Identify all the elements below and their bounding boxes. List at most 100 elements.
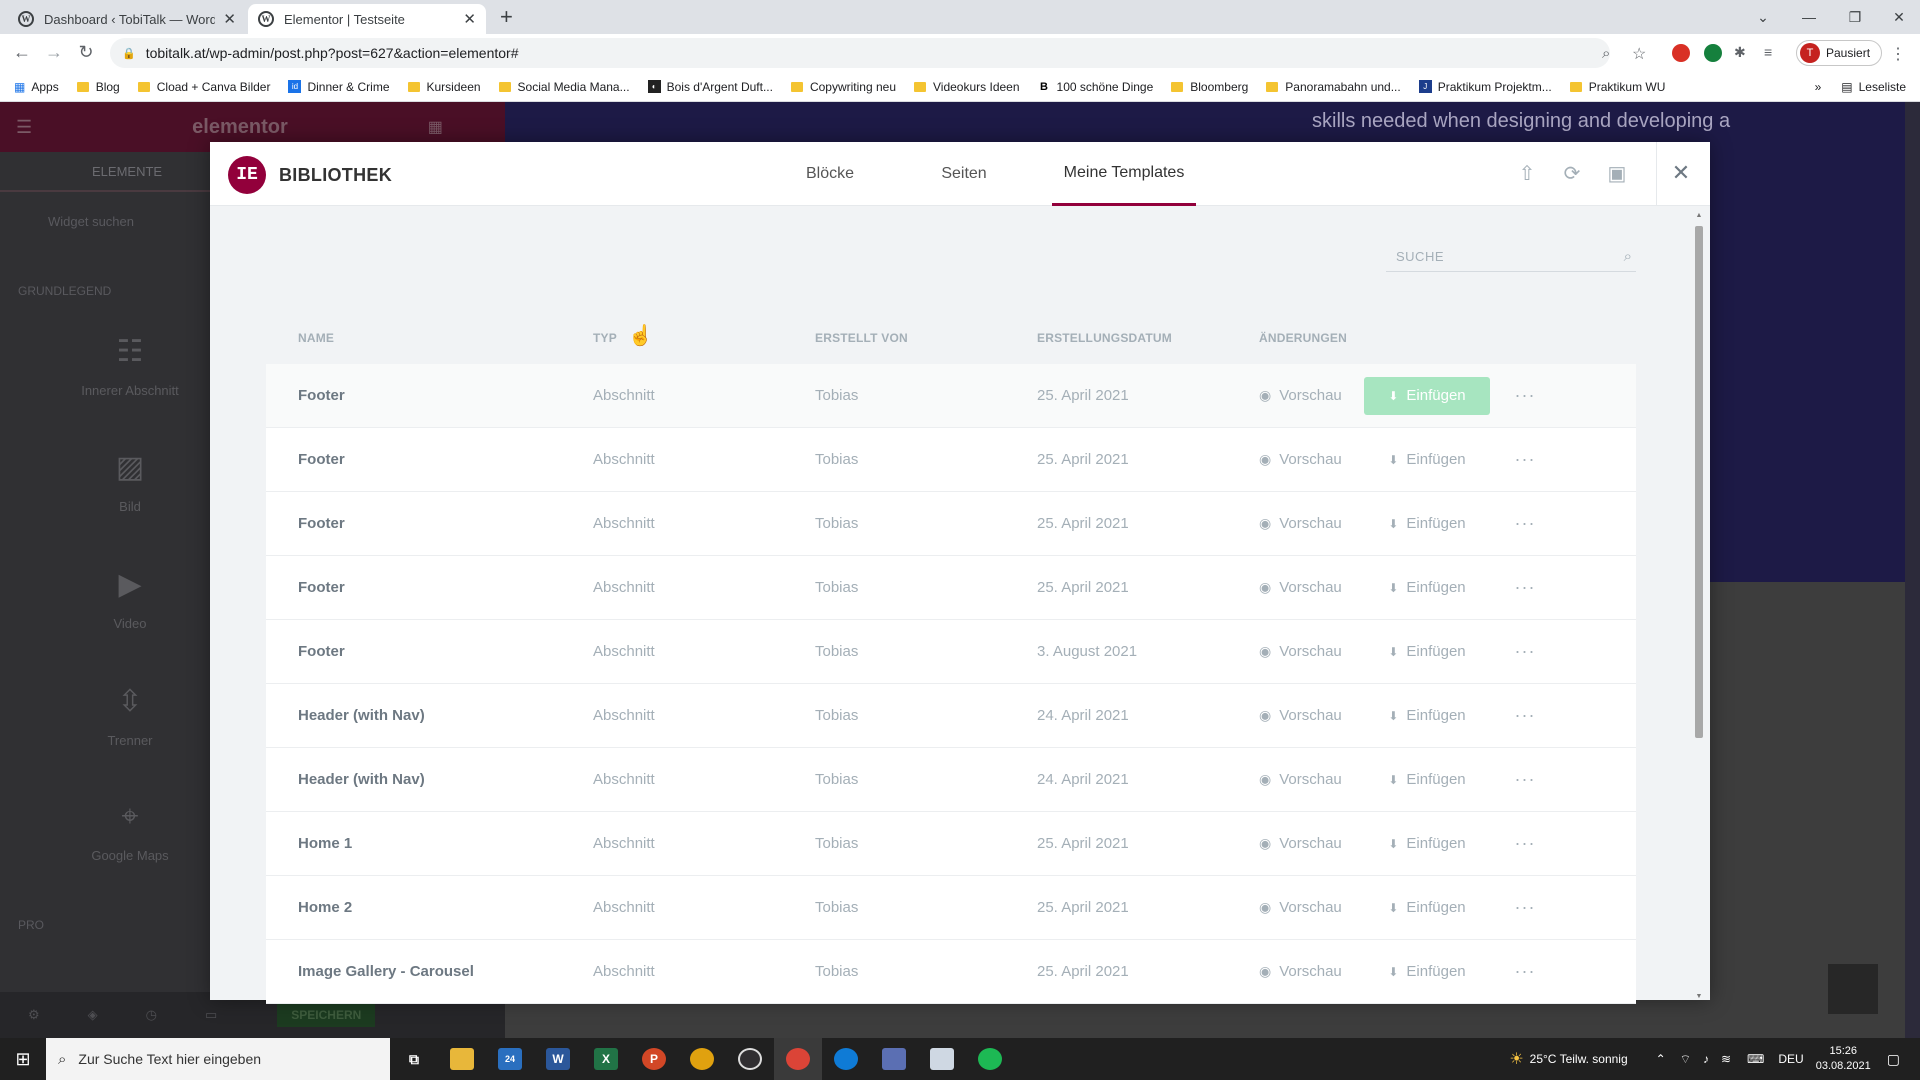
volume-icon[interactable]: ♪	[1703, 1052, 1709, 1066]
table-row[interactable]: Footer Abschnitt Tobias 3. August 2021 ◉ Vors…	[266, 620, 1636, 684]
mail-icon[interactable]: 24	[486, 1038, 534, 1080]
window-close-icon[interactable]: ✕	[1878, 0, 1920, 34]
table-row[interactable]: Footer Abschnitt Tobias 25. April 2021 ◉ Vors…	[266, 556, 1636, 620]
bookmark-apps[interactable]: ▦ Apps	[14, 80, 59, 94]
preview-button[interactable]: ◉ Vorschau	[1259, 835, 1364, 852]
grammarly-icon[interactable]	[1704, 44, 1722, 62]
insert-button[interactable]: ⬇ Einfügen	[1364, 505, 1490, 543]
chrome-icon[interactable]	[774, 1038, 822, 1080]
insert-button[interactable]: ⬇ Einfügen	[1364, 953, 1490, 991]
taskbar-search[interactable]: ⌕ Zur Suche Text hier eingeben	[46, 1038, 390, 1080]
save-template-icon[interactable]: ▣	[1604, 160, 1630, 186]
file-explorer-icon[interactable]	[438, 1038, 486, 1080]
bookmark-item[interactable]: ◐ Bois d'Argent Duft...	[647, 80, 773, 94]
bookmark-item[interactable]: Videokurs Ideen	[914, 80, 1020, 94]
powerpoint-icon[interactable]: P	[630, 1038, 678, 1080]
col-date[interactable]: ERSTELLUNGSDATUM	[1037, 331, 1259, 345]
more-options-icon[interactable]: ···	[1490, 961, 1560, 982]
tab-elementor[interactable]: W Elementor | Testseite ✕	[248, 4, 486, 34]
preview-button[interactable]: ◉ Vorschau	[1259, 899, 1364, 916]
bookmark-item[interactable]: Kursideen	[407, 80, 481, 94]
menu-dots-icon[interactable]: ⋮	[1890, 44, 1908, 63]
insert-button[interactable]: ⬇ Einfügen	[1364, 825, 1490, 863]
table-row[interactable]: Footer Abschnitt Tobias 25. April 2021 ◉ Vors…	[266, 428, 1636, 492]
preview-button[interactable]: ◉ Vorschau	[1259, 643, 1364, 660]
bookmark-item[interactable]: Social Media Mana...	[498, 80, 630, 94]
close-tab-icon[interactable]: ✕	[223, 10, 236, 28]
col-author[interactable]: ERSTELLT VON	[815, 331, 1037, 345]
search-input[interactable]	[1386, 249, 1624, 264]
reload-icon[interactable]: ↻	[74, 42, 98, 63]
bookmark-item[interactable]: Cload + Canva Bilder	[137, 80, 270, 94]
spotify-icon[interactable]	[966, 1038, 1014, 1080]
tab-dashboard[interactable]: W Dashboard ‹ TobiTalk — WordPre ✕	[8, 4, 246, 34]
preview-button[interactable]: ◉ Vorschau	[1259, 707, 1364, 724]
search-icon[interactable]: ⌕	[1624, 248, 1632, 265]
more-options-icon[interactable]: ···	[1490, 641, 1560, 662]
tab-search-icon[interactable]: ⌄	[1748, 0, 1778, 34]
more-options-icon[interactable]: ···	[1490, 705, 1560, 726]
more-options-icon[interactable]: ···	[1490, 769, 1560, 790]
bookmark-item[interactable]: Bloomberg	[1171, 80, 1248, 94]
sync-icon[interactable]: ⟳	[1559, 160, 1585, 186]
upload-icon[interactable]: ⇧	[1514, 160, 1540, 186]
excel-icon[interactable]: X	[582, 1038, 630, 1080]
preview-button[interactable]: ◉ Vorschau	[1259, 387, 1364, 404]
insert-button[interactable]: ⬇ Einfügen	[1364, 697, 1490, 735]
new-tab-button[interactable]: +	[500, 4, 513, 30]
adblock-icon[interactable]	[1672, 44, 1690, 62]
bookmark-item[interactable]: id Dinner & Crime	[288, 80, 390, 94]
table-row[interactable]: Home 2 Abschnitt Tobias 25. April 2021 ◉ Vors…	[266, 876, 1636, 940]
table-row[interactable]: Footer Abschnitt Tobias 25. April 2021 ◉ Vors…	[266, 364, 1636, 428]
col-name[interactable]: NAME	[266, 331, 593, 345]
reading-list-button[interactable]: Leseliste	[1859, 80, 1906, 94]
bookmark-item[interactable]: Praktikum WU	[1569, 80, 1665, 94]
clock[interactable]: 15:26 03.08.2021	[1816, 1044, 1871, 1074]
word-icon[interactable]: W	[534, 1038, 582, 1080]
modal-scrollbar[interactable]: ▲ ▼	[1695, 212, 1703, 1000]
bookmark-item[interactable]: Blog	[76, 80, 120, 94]
url-field[interactable]: 🔒 tobitalk.at/wp-admin/post.php?post=627…	[110, 38, 1610, 68]
more-options-icon[interactable]: ···	[1490, 577, 1560, 598]
extensions-icon[interactable]: ✱	[1734, 44, 1752, 62]
minimize-icon[interactable]: —	[1786, 0, 1832, 34]
insert-button[interactable]: ⬇ Einfügen	[1364, 633, 1490, 671]
table-row[interactable]: Header (with Nav) Abschnitt Tobias 24. Apri…	[266, 684, 1636, 748]
more-options-icon[interactable]: ···	[1490, 897, 1560, 918]
wifi-icon[interactable]: ≋	[1721, 1052, 1731, 1066]
table-row[interactable]: Footer Abschnitt Tobias 25. April 2021 ◉ Vors…	[266, 492, 1636, 556]
insert-button[interactable]: ⬇ Einfügen	[1364, 889, 1490, 927]
task-view-icon[interactable]: ⧉	[390, 1038, 438, 1080]
windows-start-icon[interactable]: ⊞	[0, 1038, 46, 1080]
bookmark-item[interactable]: B 100 schöne Dinge	[1037, 80, 1153, 94]
close-icon[interactable]: ✕	[1668, 160, 1694, 186]
table-row[interactable]: Header (with Nav) Abschnitt Tobias 24. Apri…	[266, 748, 1636, 812]
more-options-icon[interactable]: ···	[1490, 385, 1560, 406]
bookmark-star-icon[interactable]: ☆	[1632, 44, 1650, 63]
close-tab-icon[interactable]: ✕	[463, 10, 476, 28]
notepad-icon[interactable]	[918, 1038, 966, 1080]
col-type[interactable]: TYP	[593, 331, 815, 345]
table-row[interactable]: Home 1 Abschnitt Tobias 25. April 2021 ◉ Vors…	[266, 812, 1636, 876]
preview-button[interactable]: ◉ Vorschau	[1259, 515, 1364, 532]
zoom-icon[interactable]: ⌕	[1602, 45, 1618, 63]
app-icon[interactable]	[678, 1038, 726, 1080]
bookmark-item[interactable]: J Praktikum Projektm...	[1418, 80, 1552, 94]
obs-icon[interactable]	[726, 1038, 774, 1080]
preview-button[interactable]: ◉ Vorschau	[1259, 579, 1364, 596]
language-indicator[interactable]: DEU	[1778, 1052, 1803, 1066]
profile-button[interactable]: T Pausiert	[1796, 40, 1882, 66]
tab-blocks[interactable]: Blöcke	[770, 142, 890, 206]
edge-icon[interactable]	[822, 1038, 870, 1080]
more-options-icon[interactable]: ···	[1490, 449, 1560, 470]
bookmark-item[interactable]: Copywriting neu	[790, 80, 896, 94]
keyboard-icon[interactable]: ⌨	[1747, 1052, 1764, 1066]
more-bookmarks-icon[interactable]: »	[1815, 80, 1822, 94]
back-icon[interactable]: ←	[10, 42, 34, 63]
forward-icon[interactable]: →	[42, 42, 66, 63]
preview-button[interactable]: ◉ Vorschau	[1259, 963, 1364, 980]
preview-button[interactable]: ◉ Vorschau	[1259, 771, 1364, 788]
more-options-icon[interactable]: ···	[1490, 513, 1560, 534]
more-options-icon[interactable]: ···	[1490, 833, 1560, 854]
weather-text[interactable]: 25°C Teilw. sonnig	[1530, 1052, 1628, 1066]
